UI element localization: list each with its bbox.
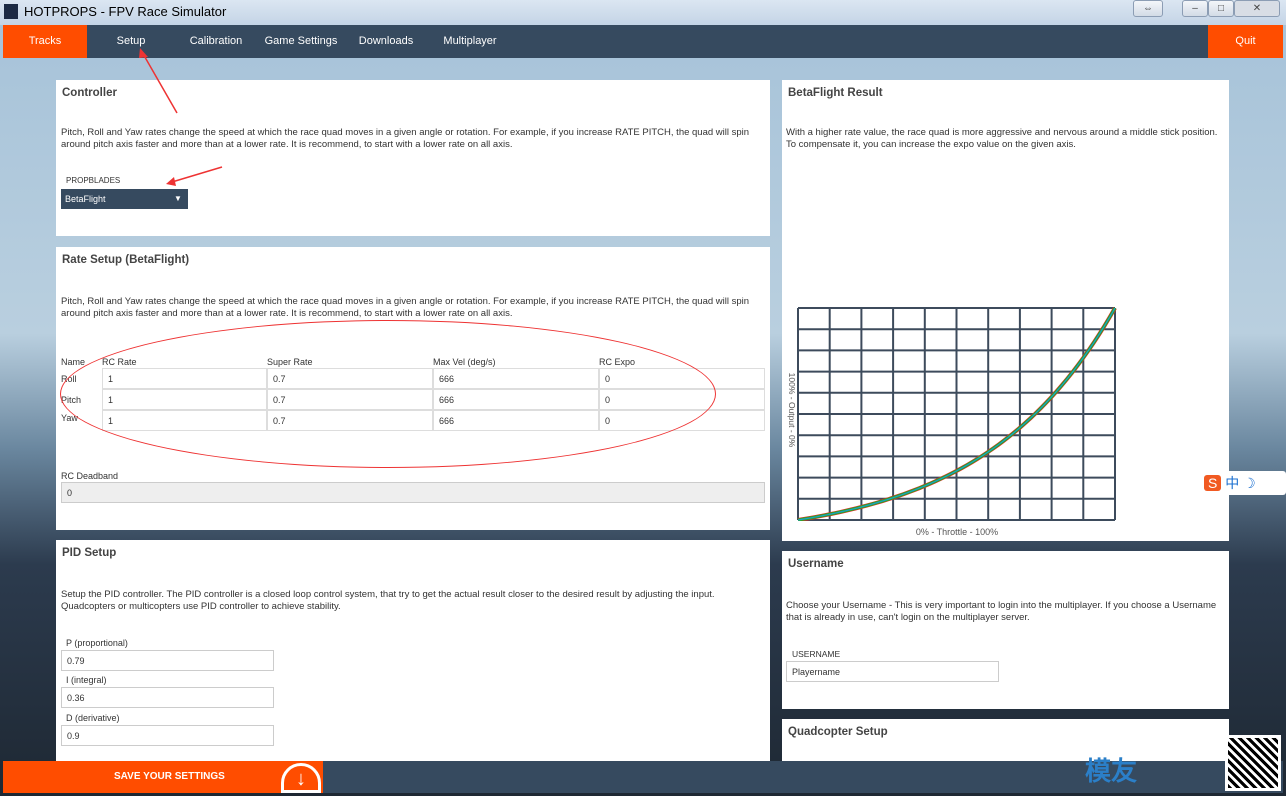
rate-cell-input[interactable]: 0.7 [267,410,433,431]
row-name: Roll [61,374,77,384]
tab-calibration[interactable]: Calibration [183,25,249,58]
d-input[interactable]: 0.9 [61,725,274,746]
window-title: HOTPROPS - FPV Race Simulator [24,4,227,19]
tab-tracks[interactable]: Tracks [3,25,87,58]
arrow-down-icon: ↓ [281,763,321,793]
save-settings-button[interactable]: SAVE YOUR SETTINGS ↓ [3,761,323,793]
graph-ylabel: 100% - Output - 0% [787,372,797,448]
rate-cell-input[interactable]: 666 [433,368,599,389]
header-rc-rate: RC Rate [102,357,137,367]
ime-toolbar[interactable]: S 中 ☽ [1200,471,1286,495]
chevron-down-icon: ▼ [174,194,182,203]
username-title: Username [788,558,844,570]
rate-cell-input[interactable]: 666 [433,389,599,410]
header-max-vel: Max Vel (deg/s) [433,357,496,367]
result-panel: BetaFlight Result With a higher rate val… [782,80,1229,541]
row-name: Yaw [61,413,78,423]
result-title: BetaFlight Result [788,87,883,99]
save-label: SAVE YOUR SETTINGS [114,771,225,782]
i-input[interactable]: 0.36 [61,687,274,708]
controller-title: Controller [62,87,117,99]
rate-cell-input[interactable]: 0.7 [267,389,433,410]
propblades-label: PROPBLADES [66,176,121,185]
controller-desc: Pitch, Roll and Yaw rates change the spe… [61,127,750,150]
username-input[interactable]: Playername [786,661,999,682]
i-label: I (integral) [66,675,107,685]
d-label: D (derivative) [66,713,120,723]
propblades-dropdown[interactable]: BetaFlight ▼ [61,189,188,209]
tab-multiplayer[interactable]: Multiplayer [435,25,505,58]
username-panel: Username Choose your Username - This is … [782,551,1229,709]
close-button[interactable]: ✕ [1234,0,1280,17]
restore-arrows-icon[interactable]: ⇔ [1133,0,1163,17]
graph-xlabel: 0% - Throttle - 100% [915,527,999,537]
rate-setup-panel: Rate Setup (BetaFlight) Pitch, Roll and … [56,247,770,530]
sogou-icon: S [1204,475,1222,491]
title-bar: HOTPROPS - FPV Race Simulator ⇔ – □ ✕ [0,0,1286,25]
rate-cell-input[interactable]: 0 [599,368,765,389]
rate-cell-input[interactable]: 1 [102,389,267,410]
row-name: Pitch [61,395,82,405]
pid-title: PID Setup [62,547,117,559]
pid-panel: PID Setup Setup the PID controller. The … [56,540,770,761]
username-desc: Choose your Username - This is very impo… [786,600,1217,623]
footer-bar: SAVE YOUR SETTINGS ↓ 模友 [3,735,1283,793]
deadband-label: RC Deadband [61,471,119,481]
tab-game-settings[interactable]: Game Settings [261,25,341,58]
rate-cell-input[interactable]: 0.7 [267,368,433,389]
controller-panel: Controller Pitch, Roll and Yaw rates cha… [56,80,770,236]
quit-button[interactable]: Quit [1208,25,1283,58]
rate-cell-input[interactable]: 0 [599,410,765,431]
pid-desc: Setup the PID controller. The PID contro… [61,589,715,612]
propblades-value: BetaFlight [65,194,106,204]
rate-cell-input[interactable]: 1 [102,368,267,389]
username-label: USERNAME [792,649,841,659]
rate-desc: Pitch, Roll and Yaw rates change the spe… [61,296,750,319]
rate-title: Rate Setup (BetaFlight) [62,254,190,266]
header-rc-expo: RC Expo [599,357,636,367]
app-icon [4,4,18,19]
maximize-button[interactable]: □ [1208,0,1234,17]
quad-title: Quadcopter Setup [788,726,888,738]
header-name: Name [61,357,86,367]
rate-cell-input[interactable]: 666 [433,410,599,431]
watermark-logo: 模友 [1085,756,1138,786]
qr-code-image [1225,735,1281,791]
p-label: P (proportional) [66,638,128,648]
result-desc: With a higher rate value, the race quad … [786,127,1218,150]
deadband-input[interactable]: 0 [61,482,765,503]
tab-setup[interactable]: Setup [103,25,159,58]
header-super-rate: Super Rate [267,357,313,367]
main-nav: Tracks Setup Calibration Game Settings D… [3,25,1283,58]
quadcopter-panel: Quadcopter Setup [782,719,1229,761]
minimize-button[interactable]: – [1182,0,1208,17]
rate-curve-graph [797,307,1117,521]
tab-downloads[interactable]: Downloads [353,25,419,58]
p-input[interactable]: 0.79 [61,650,274,671]
rate-cell-input[interactable]: 1 [102,410,267,431]
rate-cell-input[interactable]: 0 [599,389,765,410]
